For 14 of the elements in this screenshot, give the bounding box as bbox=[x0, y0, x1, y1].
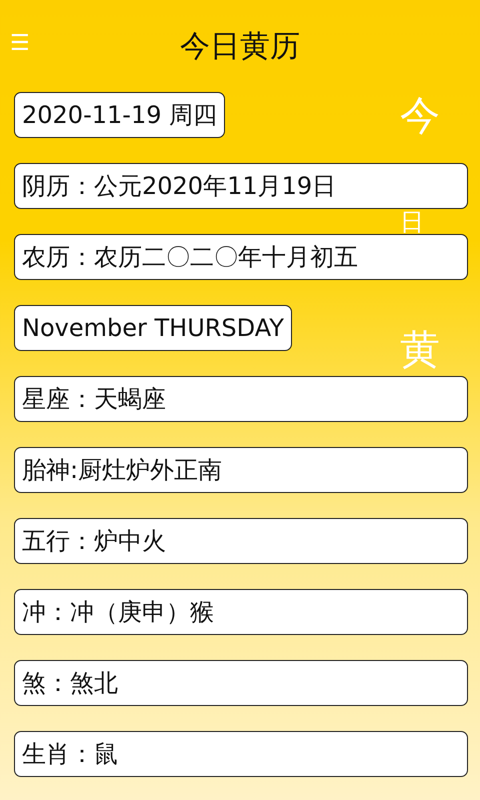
info-card: 五行：炉中火 bbox=[14, 518, 468, 564]
calligraphy-character: 日 bbox=[400, 210, 424, 234]
info-card: 星座：天蝎座 bbox=[14, 376, 468, 422]
info-card: November THURSDAY bbox=[14, 305, 292, 351]
info-card: 煞：煞北 bbox=[14, 660, 468, 706]
info-card: 生肖：鼠 bbox=[14, 731, 468, 777]
info-card: 胎神:厨灶炉外正南 bbox=[14, 447, 468, 493]
calligraphy-character: 今 bbox=[400, 96, 440, 136]
info-card: 农历：农历二〇二〇年十月初五 bbox=[14, 234, 468, 280]
app-title: 今日黄历 bbox=[180, 28, 300, 66]
info-card: 冲：冲（庚申）猴 bbox=[14, 589, 468, 635]
calligraphy-character: 黄 bbox=[400, 330, 440, 370]
info-card: 阴历：公元2020年11月19日 bbox=[14, 163, 468, 209]
info-card: 2020-11-19 周四 bbox=[14, 92, 226, 138]
